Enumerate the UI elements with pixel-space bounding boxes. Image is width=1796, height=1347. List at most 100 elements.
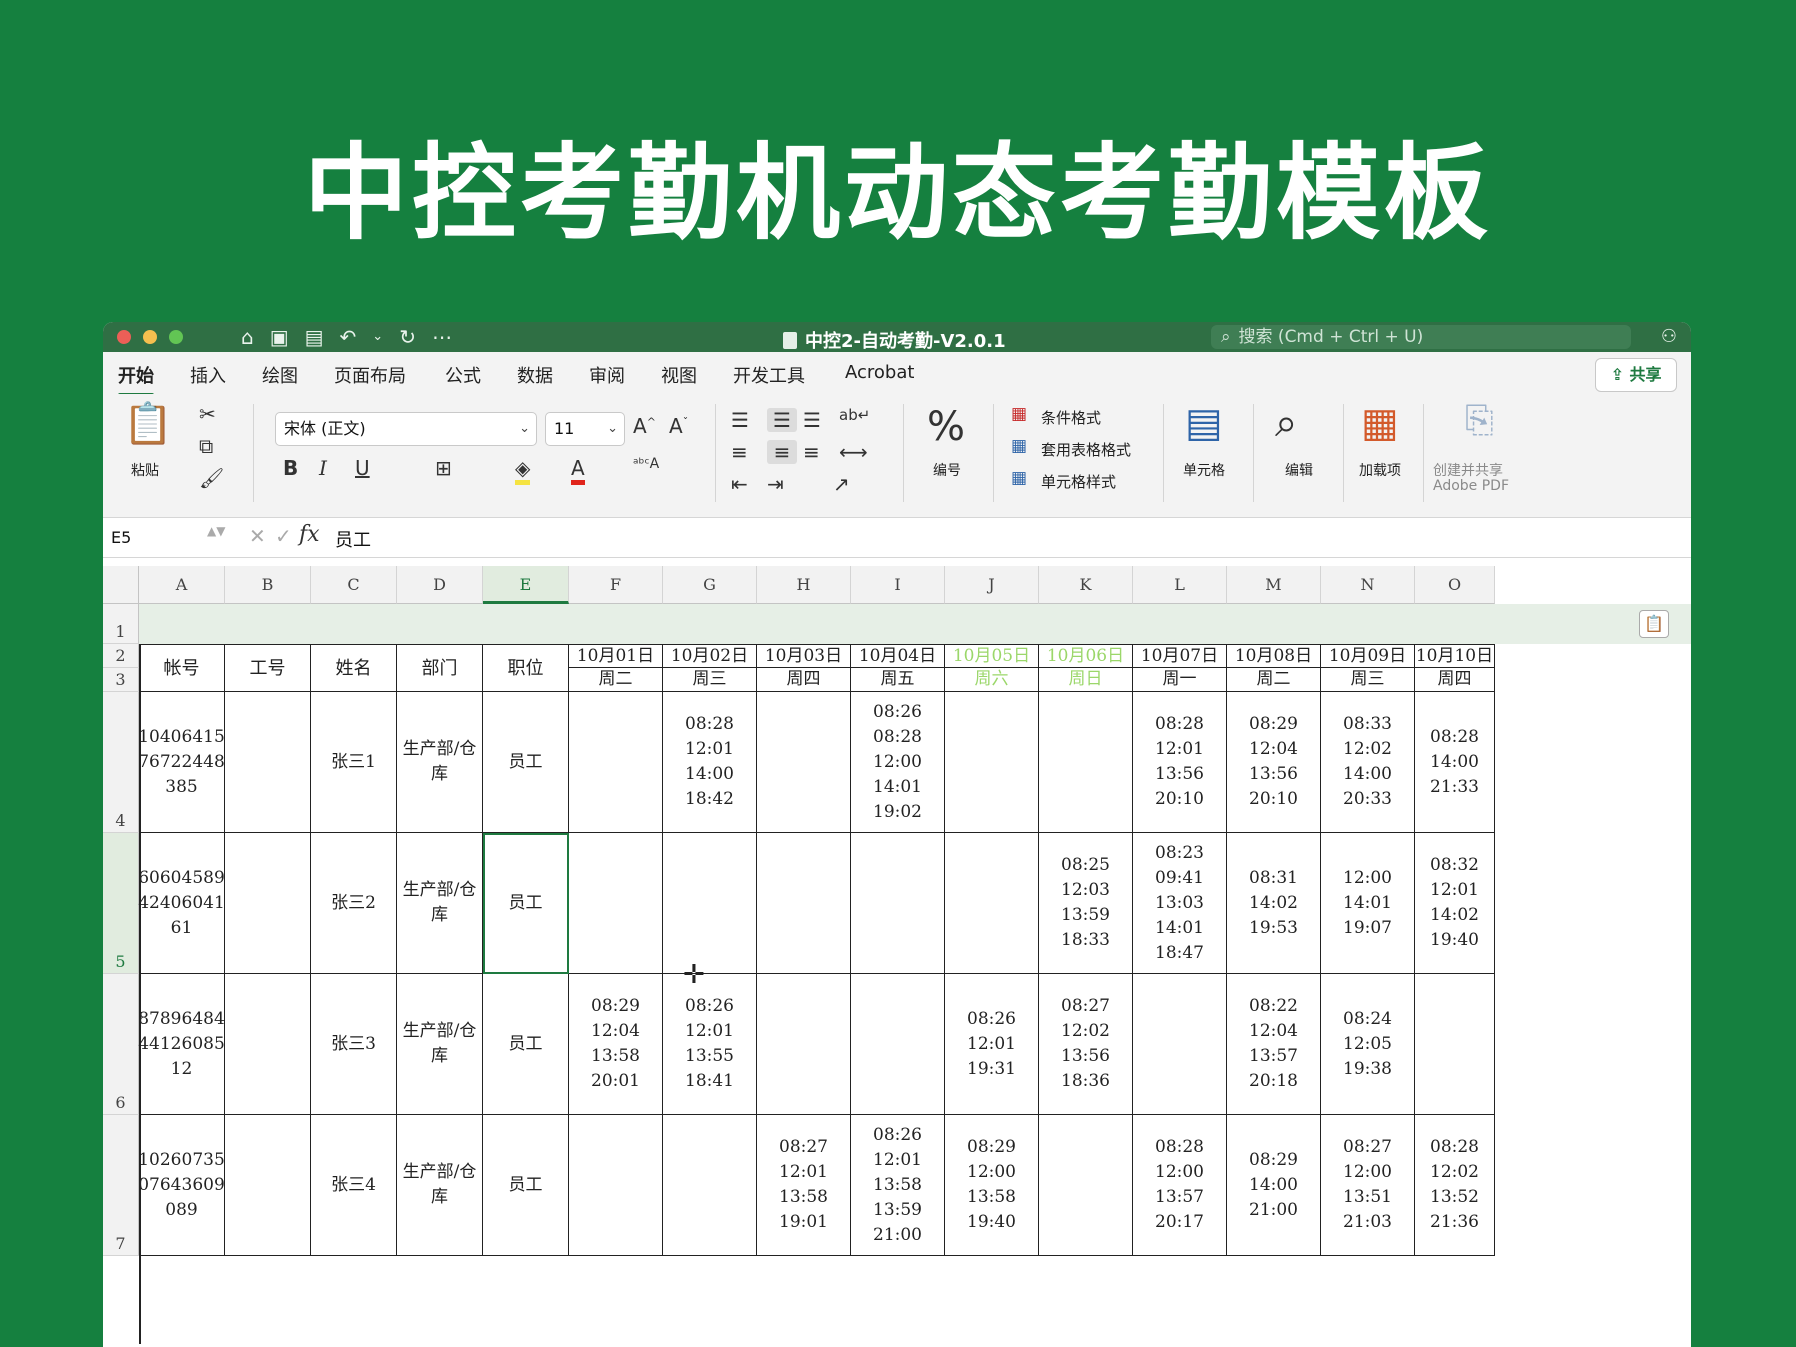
cell-style-button[interactable]: 单元格样式 xyxy=(1041,471,1116,492)
punch-times-cell[interactable]: 08:27 12:01 13:58 19:01 xyxy=(757,1115,851,1256)
tab-draw[interactable]: 绘图 xyxy=(262,362,298,388)
weekday-header[interactable]: 周六 xyxy=(945,668,1039,692)
more-icon[interactable]: ⋯ xyxy=(432,325,452,349)
punch-times-cell[interactable]: 08:29 12:04 13:58 20:01 xyxy=(569,974,663,1115)
header-name[interactable]: 姓名 xyxy=(311,644,397,692)
row-header-2[interactable]: 2 xyxy=(103,644,139,668)
punch-times-cell[interactable] xyxy=(757,692,851,833)
row-header-5[interactable]: 5 xyxy=(103,833,139,974)
employee-dept[interactable]: 生产部/仓 库 xyxy=(397,833,483,974)
employee-name[interactable]: 张三1 xyxy=(311,692,397,833)
header-job-no[interactable]: 工号 xyxy=(225,644,311,692)
employee-position[interactable]: 员工 xyxy=(483,1115,569,1256)
row-header-1[interactable]: 1 xyxy=(103,604,139,644)
header-account[interactable]: 帐号 xyxy=(139,644,225,692)
cut-icon[interactable]: ✂ xyxy=(199,402,216,426)
find-icon[interactable]: ⌕ xyxy=(1275,400,1297,446)
punch-times-cell[interactable] xyxy=(1039,692,1133,833)
addins-icon[interactable]: ▦ xyxy=(1361,400,1399,446)
column-header-g[interactable]: G xyxy=(663,566,757,604)
search-box[interactable]: ⌕ 搜索 (Cmd + Ctrl + U) xyxy=(1211,325,1631,349)
employee-name[interactable]: 张三2 xyxy=(311,833,397,974)
column-header-i[interactable]: I xyxy=(851,566,945,604)
account-icon[interactable]: ⚇ xyxy=(1661,326,1677,347)
percent-icon[interactable]: % xyxy=(927,404,965,450)
column-header-f[interactable]: F xyxy=(569,566,663,604)
column-header-o[interactable]: O xyxy=(1415,566,1495,604)
employee-name[interactable]: 张三3 xyxy=(311,974,397,1115)
tab-data[interactable]: 数据 xyxy=(517,362,553,388)
increase-font-icon[interactable]: A^ xyxy=(633,414,656,438)
row-header-3[interactable]: 3 xyxy=(103,668,139,692)
employee-dept[interactable]: 生产部/仓 库 xyxy=(397,974,483,1115)
punch-times-cell[interactable]: 08:29 12:04 13:56 20:10 xyxy=(1227,692,1321,833)
punch-times-cell[interactable]: 08:26 12:01 19:31 xyxy=(945,974,1039,1115)
employee-job-no[interactable] xyxy=(225,974,311,1115)
punch-times-cell[interactable] xyxy=(569,833,663,974)
home-icon[interactable]: ⌂ xyxy=(241,325,254,349)
save-icon[interactable]: ▣ xyxy=(270,325,289,349)
decrease-font-icon[interactable]: Aˇ xyxy=(669,414,688,438)
punch-times-cell[interactable]: 08:33 12:02 14:00 20:33 xyxy=(1321,692,1415,833)
phonetic-icon[interactable]: ᵃᵇᶜA xyxy=(633,456,659,472)
column-header-h[interactable]: H xyxy=(757,566,851,604)
fx-icon[interactable]: fx xyxy=(299,522,320,547)
adobe-pdf-icon[interactable]: ⎘ xyxy=(1465,400,1494,442)
tab-acrobat[interactable]: Acrobat xyxy=(845,362,914,383)
date-header[interactable]: 10月08日 xyxy=(1227,644,1321,668)
date-header[interactable]: 10月02日 xyxy=(663,644,757,668)
punch-times-cell[interactable]: 08:29 12:00 13:58 19:40 xyxy=(945,1115,1039,1256)
column-header-e[interactable]: E xyxy=(483,566,569,604)
punch-times-cell[interactable]: 08:27 12:00 13:51 21:03 xyxy=(1321,1115,1415,1256)
tab-formulas[interactable]: 公式 xyxy=(445,362,481,388)
employee-account[interactable]: 87896484 44126085 12 xyxy=(138,974,225,1115)
cell-style-icon[interactable]: ▦ xyxy=(1011,468,1027,488)
stepper-icon[interactable]: ▲▼ xyxy=(207,524,225,538)
date-header[interactable]: 10月05日 xyxy=(945,644,1039,668)
punch-times-cell[interactable]: 08:25 12:03 13:59 18:33 xyxy=(1039,833,1133,974)
employee-dept[interactable]: 生产部/仓 库 xyxy=(397,692,483,833)
employee-dept[interactable]: 生产部/仓 库 xyxy=(397,1115,483,1256)
cells-icon[interactable]: ▤ xyxy=(1185,400,1223,446)
column-header-m[interactable]: M xyxy=(1227,566,1321,604)
align-middle-icon[interactable]: ☰ xyxy=(767,408,797,432)
header-dept[interactable]: 部门 xyxy=(397,644,483,692)
weekday-header[interactable]: 周四 xyxy=(757,668,851,692)
column-header-k[interactable]: K xyxy=(1039,566,1133,604)
punch-times-cell[interactable] xyxy=(1039,1115,1133,1256)
row-header-7[interactable]: 7 xyxy=(103,1115,139,1256)
increase-indent-icon[interactable]: ⇥ xyxy=(767,472,784,496)
tab-developer[interactable]: 开发工具 xyxy=(733,362,805,388)
chevron-down-icon[interactable]: ⌄ xyxy=(372,325,383,349)
punch-times-cell[interactable]: 08:28 12:02 13:52 21:36 xyxy=(1415,1115,1495,1256)
merge-cells-icon[interactable]: ⟷ xyxy=(839,440,868,464)
borders-icon[interactable]: ⊞ xyxy=(435,456,452,480)
zoom-window-button[interactable] xyxy=(169,330,183,344)
tab-home[interactable]: 开始 xyxy=(118,362,154,397)
employee-position[interactable]: 员工 xyxy=(483,974,569,1115)
decrease-indent-icon[interactable]: ⇤ xyxy=(731,472,748,496)
punch-times-cell[interactable] xyxy=(663,833,757,974)
date-header[interactable]: 10月09日 xyxy=(1321,644,1415,668)
column-header-b[interactable]: B xyxy=(225,566,311,604)
punch-times-cell[interactable] xyxy=(757,974,851,1115)
punch-times-cell[interactable]: 08:29 14:00 21:00 xyxy=(1227,1115,1321,1256)
employee-job-no[interactable] xyxy=(225,692,311,833)
employee-account[interactable]: 10260735 07643609 089 xyxy=(138,1115,225,1256)
punch-times-cell[interactable] xyxy=(945,692,1039,833)
row-header-4[interactable]: 4 xyxy=(103,692,139,833)
bold-icon[interactable]: B xyxy=(283,456,298,480)
punch-times-cell[interactable]: 08:28 12:00 13:57 20:17 xyxy=(1133,1115,1227,1256)
cancel-icon[interactable]: ✕ xyxy=(249,524,266,548)
weekday-header[interactable]: 周四 xyxy=(1415,668,1495,692)
align-left-icon[interactable]: ≡ xyxy=(731,440,748,464)
align-top-icon[interactable]: ☰ xyxy=(731,408,749,432)
align-bottom-icon[interactable]: ☰ xyxy=(803,408,821,432)
wrap-text-icon[interactable]: ab↵ xyxy=(839,406,870,424)
date-header[interactable]: 10月06日 xyxy=(1039,644,1133,668)
column-header-c[interactable]: C xyxy=(311,566,397,604)
undo-icon[interactable]: ↶ xyxy=(340,325,357,349)
paste-options-icon[interactable]: 📋 xyxy=(1639,610,1669,638)
tab-review[interactable]: 审阅 xyxy=(589,362,625,388)
punch-times-cell[interactable]: 08:23 09:41 13:03 14:01 18:47 xyxy=(1133,833,1227,974)
